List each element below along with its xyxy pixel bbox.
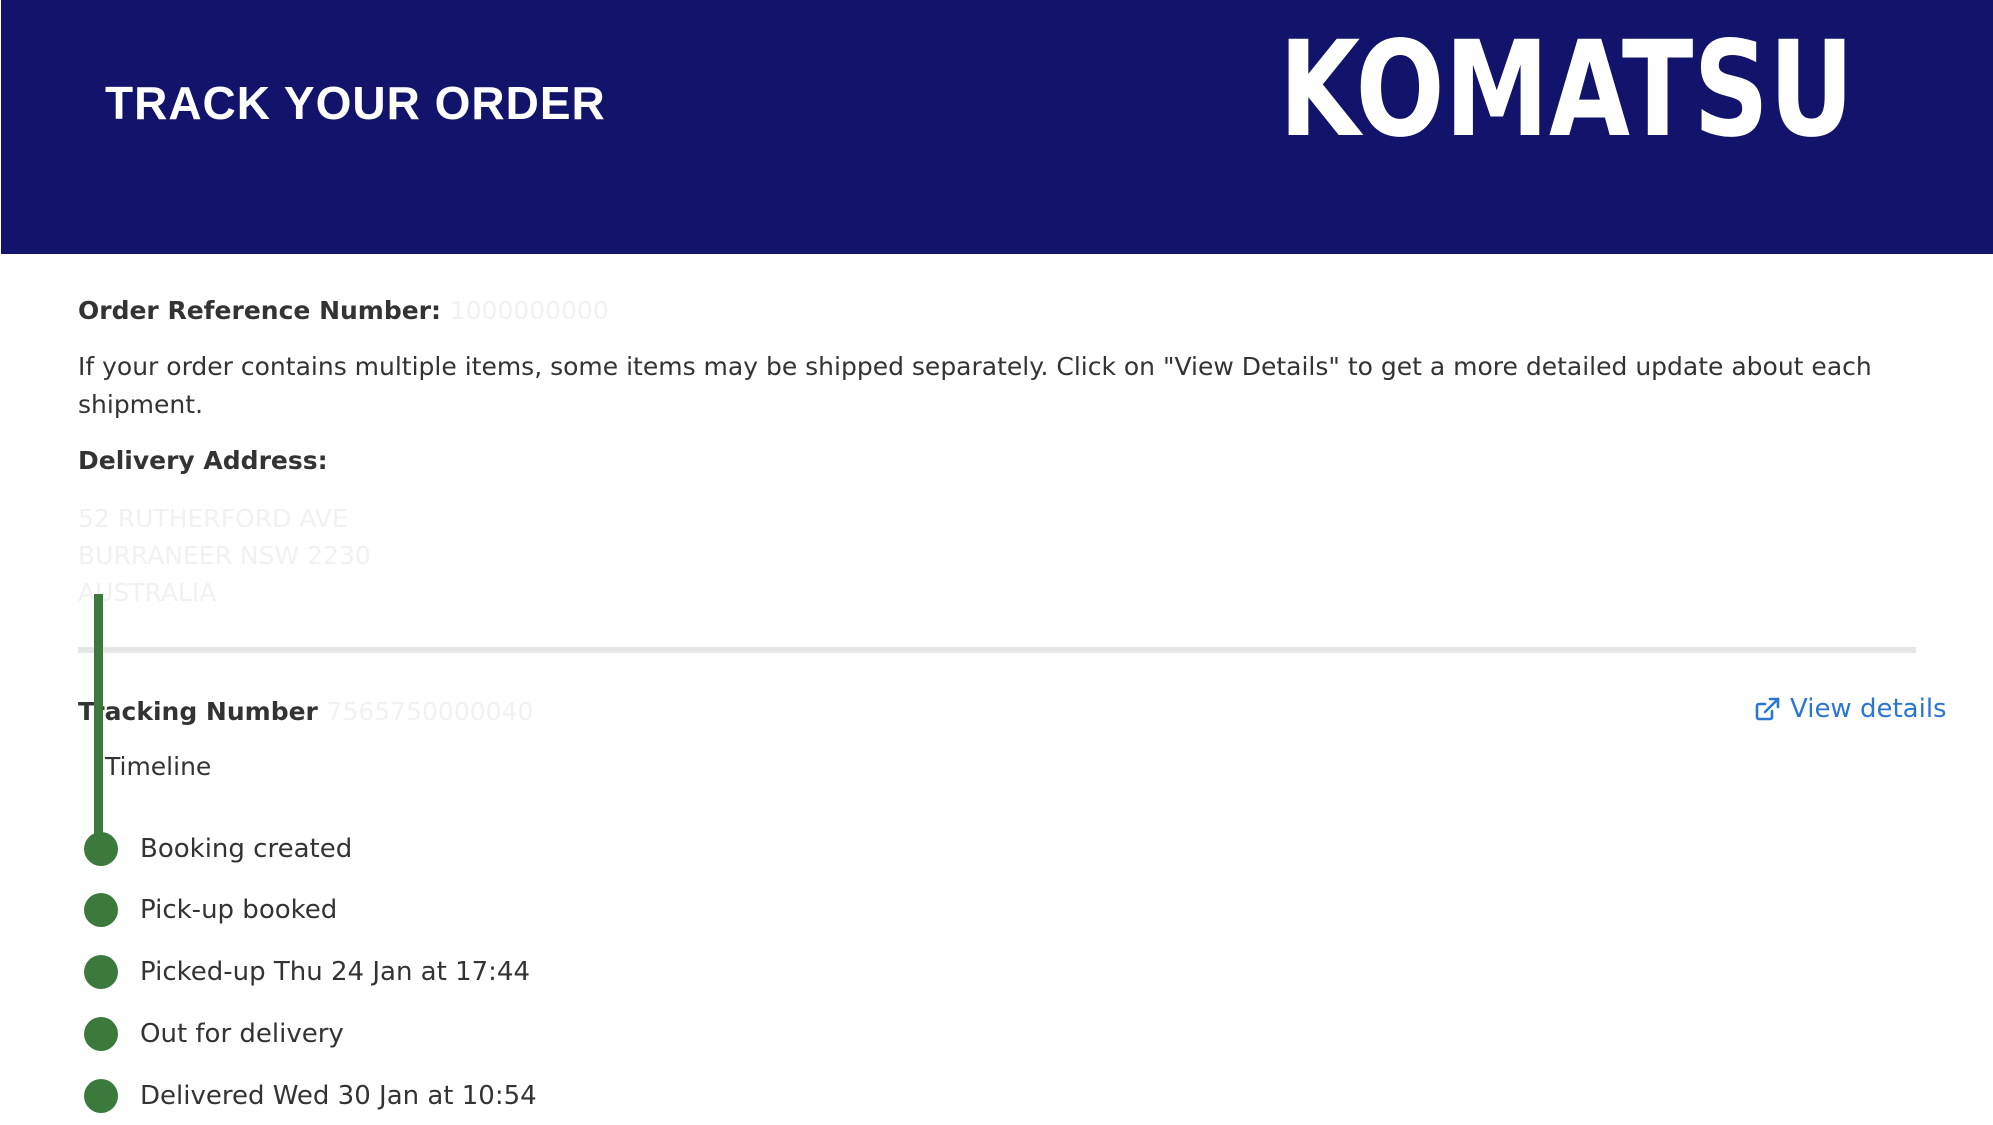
address-line-2: BURRANEER NSW 2230 bbox=[78, 541, 371, 570]
page-title: TRACK YOUR ORDER bbox=[105, 77, 606, 129]
address-line-3: AUSTRALIA bbox=[78, 578, 217, 607]
timeline-event-text: Booking created bbox=[140, 834, 353, 864]
shipment-info-text: If your order contains multiple items, s… bbox=[78, 352, 1872, 419]
view-details-label: View details bbox=[1790, 694, 1947, 724]
view-details-link[interactable]: View details bbox=[1754, 694, 1947, 724]
timeline-event-text: Out for delivery bbox=[140, 1019, 344, 1049]
timeline-label: Timeline bbox=[105, 752, 212, 781]
timeline-event-text: Delivered Wed 30 Jan at 10:54 bbox=[140, 1081, 537, 1111]
section-divider bbox=[78, 647, 1916, 653]
page-header: TRACK YOUR ORDER KOMATSU bbox=[1, 0, 1993, 254]
order-reference-value: 1000000000 bbox=[449, 296, 609, 325]
komatsu-logo: KOMATSU bbox=[1279, 26, 1854, 138]
tracking-number: Tracking Number 7565750000040 bbox=[78, 697, 533, 726]
timeline-dot bbox=[84, 832, 118, 866]
external-link-icon bbox=[1755, 697, 1780, 721]
timeline-dot bbox=[84, 1017, 118, 1051]
timeline-connector bbox=[94, 594, 103, 862]
address-line-1: 52 RUTHERFORD AVE bbox=[78, 504, 348, 533]
order-reference: Order Reference Number: 1000000000 bbox=[78, 296, 609, 325]
timeline-dot bbox=[84, 1079, 118, 1113]
delivery-address-label: Delivery Address: bbox=[78, 446, 328, 475]
timeline-event-text: Pick-up booked bbox=[140, 895, 338, 925]
timeline-event-text: Picked-up Thu 24 Jan at 17:44 bbox=[140, 957, 530, 987]
order-reference-label: Order Reference Number: bbox=[78, 296, 442, 325]
tracking-number-value: 7565750000040 bbox=[326, 697, 534, 726]
svg-text:KOMATSU: KOMATSU bbox=[1279, 26, 1854, 138]
timeline-dot bbox=[84, 893, 118, 927]
delivery-address: 52 RUTHERFORD AVE BURRANEER NSW 2230 AUS… bbox=[78, 500, 371, 611]
timeline-dot bbox=[84, 955, 118, 989]
tracking-number-label: Tracking Number bbox=[78, 697, 318, 726]
